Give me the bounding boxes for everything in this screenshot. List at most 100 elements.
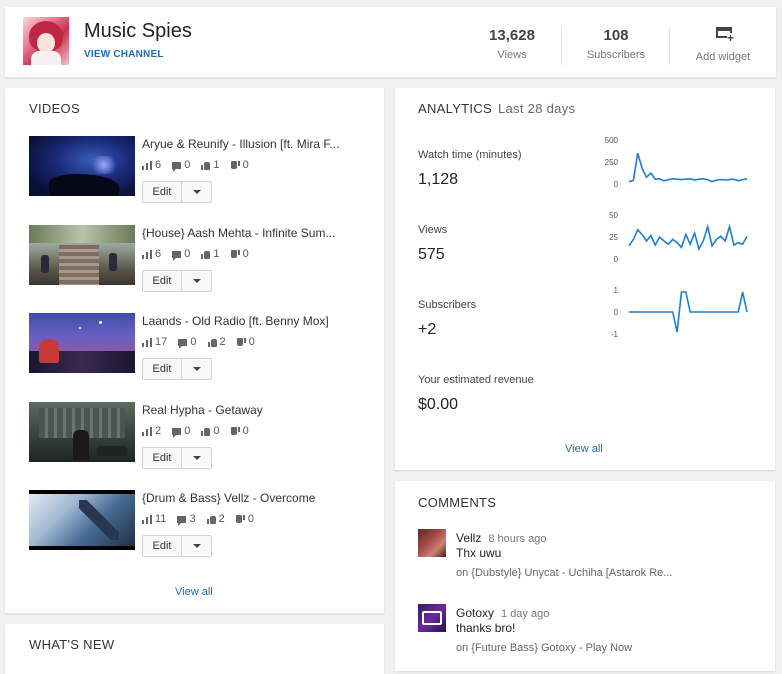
edit-dropdown-icon[interactable] — [182, 182, 211, 202]
edit-dropdown-icon[interactable] — [182, 536, 211, 556]
views-icon — [142, 161, 152, 170]
video-thumbnail[interactable] — [29, 313, 135, 373]
thumbs-up-icon — [201, 161, 210, 170]
tick-label: 0 — [594, 255, 618, 264]
channel-avatar[interactable] — [23, 17, 69, 65]
channel-header: Music Spies VIEW CHANNEL 13,628 Views 10… — [5, 7, 776, 77]
edit-button[interactable]: Edit — [143, 271, 182, 291]
whats-new-card: WHAT'S NEW — [5, 624, 384, 674]
views-icon — [142, 250, 152, 259]
avatar[interactable] — [418, 604, 446, 632]
views-label: Views — [418, 224, 447, 236]
subscribers-count: 108 — [579, 27, 653, 44]
divider — [561, 27, 562, 65]
video-thumbnail[interactable] — [29, 402, 135, 462]
analytics-title: ANALYTICSLast 28 days — [418, 101, 575, 116]
avatar[interactable] — [418, 529, 446, 557]
thumbs-down-icon — [231, 250, 240, 259]
comment-icon — [172, 251, 181, 258]
thumbs-down-icon — [236, 515, 245, 524]
edit-button-group: Edit — [142, 447, 212, 469]
comment-time: 1 day ago — [501, 608, 549, 620]
video-stats: 6 0 1 0 — [142, 248, 257, 260]
views-value: 575 — [418, 246, 445, 264]
video-title[interactable]: {House} Aash Mehta - Infinite Sum... — [142, 226, 352, 240]
channel-name: Music Spies — [84, 20, 192, 43]
edit-button[interactable]: Edit — [143, 536, 182, 556]
comment-time: 8 hours ago — [488, 533, 546, 545]
comments-title: COMMENTS — [418, 495, 496, 510]
edit-button[interactable]: Edit — [143, 359, 182, 379]
comment-video-link[interactable]: on {Dubstyle} Unycat - Uchiha [Astarok R… — [456, 567, 686, 579]
list-item: {Drum & Bass} Vellz - Overcome 11 3 2 0 … — [29, 490, 369, 560]
video-title[interactable]: Real Hypha - Getaway — [142, 403, 352, 417]
tick-label: 500 — [594, 136, 618, 145]
series-line — [629, 153, 747, 181]
views-icon — [142, 515, 152, 524]
comments-card: COMMENTS Vellz8 hours ago Thx uwu on {Du… — [395, 481, 775, 671]
videos-view-all-link[interactable]: View all — [175, 586, 213, 598]
edit-dropdown-icon[interactable] — [182, 448, 211, 468]
view-channel-link[interactable]: VIEW CHANNEL — [84, 49, 164, 60]
video-stats: 11 3 2 0 — [142, 513, 262, 525]
list-item: Laands - Old Radio [ft. Benny Mox] 17 0 … — [29, 313, 369, 383]
subscribers-label: Subscribers — [418, 299, 476, 311]
list-item: Real Hypha - Getaway 2 0 0 0 Edit — [29, 402, 369, 472]
thumbs-down-icon — [231, 427, 240, 436]
edit-button[interactable]: Edit — [143, 182, 182, 202]
views-count: 13,628 — [479, 27, 545, 44]
views-stat: 13,628 Views — [479, 27, 545, 61]
subscribers-label: Subscribers — [579, 49, 653, 61]
analytics-heading: ANALYTICS — [418, 101, 492, 116]
comment-icon — [172, 428, 181, 435]
video-title[interactable]: Laands - Old Radio [ft. Benny Mox] — [142, 314, 352, 328]
add-widget-label: Add widget — [691, 51, 755, 63]
edit-dropdown-icon[interactable] — [182, 359, 211, 379]
views-icon — [142, 427, 152, 436]
watch-time-label: Watch time (minutes) — [418, 149, 522, 161]
video-title[interactable]: {Drum & Bass} Vellz - Overcome — [142, 491, 352, 505]
edit-button-group: Edit — [142, 535, 212, 557]
edit-button-group: Edit — [142, 270, 212, 292]
analytics-view-all-link[interactable]: View all — [565, 443, 603, 455]
edit-button[interactable]: Edit — [143, 448, 182, 468]
video-thumbnail[interactable] — [29, 490, 135, 550]
videos-title: VIDEOS — [29, 101, 80, 116]
thumbs-down-icon — [237, 338, 246, 347]
tick-label: 250 — [594, 158, 618, 167]
whats-new-title: WHAT'S NEW — [29, 637, 114, 652]
views-sparkline — [627, 215, 751, 261]
comment-text: Thx uwu — [456, 546, 501, 560]
watch-time-value: 1,128 — [418, 171, 458, 189]
tick-label: 1 — [594, 286, 618, 295]
thumbs-up-icon — [207, 515, 216, 524]
list-item: {House} Aash Mehta - Infinite Sum... 6 0… — [29, 225, 369, 295]
tick-label: 50 — [594, 211, 618, 220]
subscribers-value: +2 — [418, 321, 436, 339]
series-line — [629, 292, 747, 332]
edit-dropdown-icon[interactable] — [182, 271, 211, 291]
comment-video-link[interactable]: on {Future Bass} Gotoxy - Play Now — [456, 642, 686, 654]
video-title[interactable]: Aryue & Reunify - Illusion [ft. Mira F..… — [142, 137, 352, 151]
video-stats: 6 0 1 0 — [142, 159, 257, 171]
revenue-label: Your estimated revenue — [418, 374, 534, 386]
revenue-value: $0.00 — [418, 396, 458, 414]
comment-icon — [172, 162, 181, 169]
subscribers-sparkline — [627, 290, 751, 336]
views-label: Views — [479, 49, 545, 61]
tick-label: -1 — [594, 330, 618, 339]
comment-icon — [178, 339, 187, 346]
divider — [669, 27, 670, 65]
series-line — [629, 227, 747, 249]
comment-author[interactable]: Vellz8 hours ago — [456, 531, 546, 545]
comment-text: thanks bro! — [456, 621, 515, 635]
thumbs-down-icon — [231, 161, 240, 170]
comment-author[interactable]: Gotoxy1 day ago — [456, 606, 549, 620]
thumbs-up-icon — [201, 427, 210, 436]
video-stats: 17 0 2 0 — [142, 336, 263, 348]
tick-label: 25 — [594, 233, 618, 242]
video-thumbnail[interactable] — [29, 136, 135, 196]
video-thumbnail[interactable] — [29, 225, 135, 285]
edit-button-group: Edit — [142, 358, 212, 380]
video-stats: 2 0 0 0 — [142, 425, 257, 437]
